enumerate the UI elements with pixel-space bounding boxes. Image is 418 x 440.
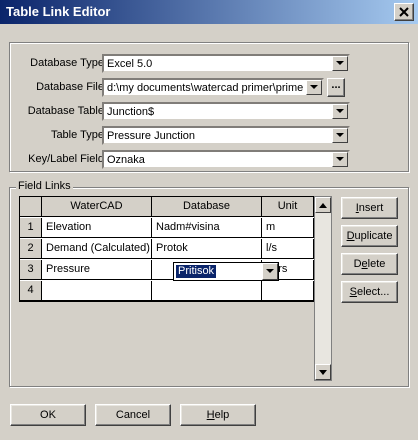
column-header-database[interactable]: Database [152,197,262,217]
database-table-select[interactable]: Junction$ [102,102,350,121]
key-field-select[interactable]: Oznaka [102,150,350,169]
cancel-button[interactable]: Cancel [95,404,171,426]
combo-arrow-icon[interactable] [332,128,348,143]
database-field-select[interactable]: Pritisok [173,262,279,281]
database-field-value: Pritisok [176,265,217,278]
help-label-accel: H [206,409,215,421]
database-type-label: Database Type: [30,57,107,69]
table-cell-unit[interactable]: l/s [262,239,314,259]
corner-header [20,197,42,217]
select-label-accel: S [349,286,357,298]
insert-button[interactable]: Insert [341,197,398,219]
table-cell-unit[interactable] [262,281,314,301]
combo-arrow-icon[interactable] [262,263,278,280]
field-links-table[interactable]: WaterCAD Database Unit 1 Elevation Nadm#… [19,196,315,302]
database-table-value: Junction$ [107,106,155,118]
field-links-caption: Field Links [16,180,73,192]
database-file-select[interactable]: d:\my documents\watercad primer\primer. [102,78,324,97]
column-header-watercad[interactable]: WaterCAD [42,197,152,217]
table-type-label: Table Type: [50,129,107,141]
browse-file-button[interactable]: ... [327,78,345,97]
row-number[interactable]: 1 [20,218,42,238]
table-scrollbar[interactable] [314,196,332,381]
key-field-label: Key/Label Field: [28,153,107,165]
database-type-value: Excel 5.0 [107,58,153,70]
scroll-up-button[interactable] [315,197,331,213]
database-file-value: d:\my documents\watercad primer\primer. [107,82,304,94]
duplicate-button[interactable]: Duplicate [341,225,398,247]
window-title: Table Link Editor [6,4,111,19]
select-label-post: elect... [356,286,390,298]
row-number[interactable]: 4 [20,281,42,301]
combo-arrow-icon[interactable] [332,56,348,71]
scroll-down-button[interactable] [315,364,331,380]
delete-label-pre: D [353,258,362,270]
key-field-value: Oznaka [107,154,145,166]
duplicate-label-accel: D [346,230,355,242]
combo-arrow-icon[interactable] [332,152,348,167]
combo-arrow-icon[interactable] [332,104,348,119]
table-cell-watercad[interactable]: Demand (Calculated) [42,239,152,259]
table-cell-database[interactable]: Protok [152,239,262,259]
close-button[interactable] [394,3,414,21]
database-table-label: Database Table: [27,105,107,117]
column-header-unit[interactable]: Unit [262,197,314,217]
ok-button[interactable]: OK [10,404,86,426]
database-file-label: Database File: [36,81,107,93]
table-type-value: Pressure Junction [107,130,196,142]
database-settings-group: Database Type: Excel 5.0 Database File: … [9,42,409,172]
delete-label-post: lete [367,258,386,270]
table-cell-watercad[interactable]: Elevation [42,218,152,238]
table-type-select[interactable]: Pressure Junction [102,126,350,145]
insert-label-post: nsert [358,202,384,214]
scroll-up-icon [319,202,327,208]
help-button[interactable]: Help [180,404,256,426]
close-icon [399,7,409,17]
row-number[interactable]: 2 [20,239,42,259]
table-cell-watercad[interactable] [42,281,152,301]
delete-button[interactable]: Delete [341,253,398,275]
duplicate-label-post: uplicate [354,230,393,242]
help-label-post: elp [214,409,230,421]
table-cell-watercad[interactable]: Pressure [42,260,152,280]
title-bar: Table Link Editor [0,0,418,24]
combo-arrow-icon[interactable] [306,80,322,95]
row-number[interactable]: 3 [20,260,42,280]
table-cell-database[interactable]: Nadm#visina [152,218,262,238]
database-type-select[interactable]: Excel 5.0 [102,54,350,73]
table-cell-unit[interactable]: m [262,218,314,238]
table-cell-database[interactable] [152,281,262,301]
scroll-down-icon [319,369,327,375]
select-button[interactable]: Select... [341,281,398,303]
